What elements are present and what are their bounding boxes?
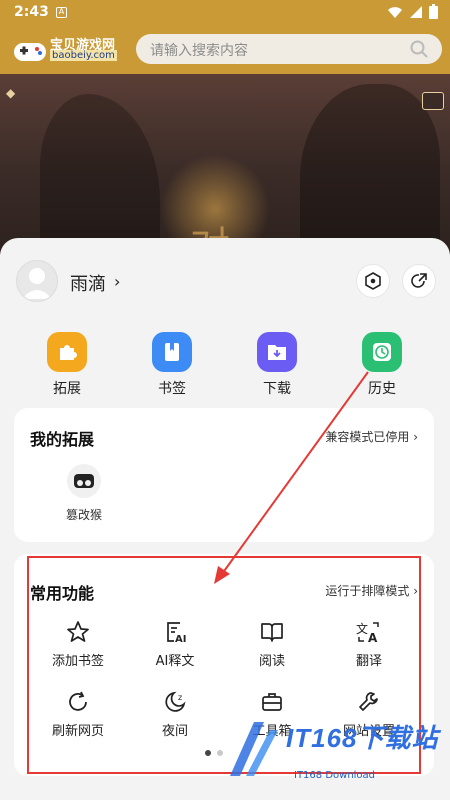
quick-label: 书签 [158,381,186,397]
watermark-subtext: IT168 Download [294,770,376,781]
extensions-card: 我的拓展 兼容模式已停用 › 篡改猴 [14,408,434,542]
chevron-right-icon[interactable]: › [114,272,120,291]
extension-item-tampermonkey[interactable]: 篡改猴 [62,464,106,523]
user-name[interactable]: 雨滴 [70,270,106,296]
clock-icon [362,332,402,372]
quick-downloads[interactable]: 下载 [237,332,317,398]
quick-bookmarks[interactable]: 书签 [132,332,212,398]
quick-history[interactable]: 历史 [342,332,422,398]
gamepad-logo-icon [14,43,46,61]
extensions-title: 我的拓展 [30,430,95,449]
status-bar: 2:43 A [0,0,450,26]
quick-label: 历史 [368,381,396,397]
status-time: 2:43 [14,4,49,20]
it168-watermark: IT168下载站 IT168 Download [220,716,442,786]
it168-logo-icon [230,722,278,776]
profile-row[interactable]: 雨滴 › [16,260,436,304]
tampermonkey-icon [67,464,101,498]
status-icons [387,4,438,19]
quick-label: 下载 [263,381,291,397]
top-bar: 宝贝游戏网 baobeiy.com 请输入搜索内容 [0,26,450,74]
site-logo[interactable]: 宝贝游戏网 baobeiy.com [12,32,124,68]
hexagon-settings-button[interactable] [356,264,390,298]
signal-icon [410,5,422,18]
battery-icon [429,4,438,19]
quick-label: 拓展 [53,381,81,397]
compat-mode-link[interactable]: 兼容模式已停用 › [325,428,418,445]
share-arrow-icon [411,273,427,288]
notification-a-icon: A [56,7,67,18]
search-icon[interactable] [410,40,428,58]
chevron-right-icon: › [413,430,418,444]
download-folder-icon [257,332,297,372]
banner-badge-icon [422,92,444,110]
logo-subtext: baobeiy.com [50,50,117,61]
search-input[interactable]: 请输入搜索内容 [136,34,442,64]
search-placeholder: 请输入搜索内容 [150,43,248,59]
quick-extensions[interactable]: 拓展 [27,332,107,398]
compat-mode-status: 兼容模式已停用 [325,430,410,444]
quick-actions: 拓展 书签 下载 历史 [0,332,450,404]
wifi-icon [388,6,402,18]
puzzle-icon [47,332,87,372]
avatar[interactable] [16,260,58,302]
share-button[interactable] [402,264,436,298]
extension-label: 篡改猴 [65,508,102,522]
banner-diamond-icon: ◆ [6,86,16,100]
hexagon-icon [365,272,381,290]
bookmark-book-icon [152,332,192,372]
watermark-text: IT168下载站 [286,723,439,753]
user-silhouette-icon [22,268,52,299]
